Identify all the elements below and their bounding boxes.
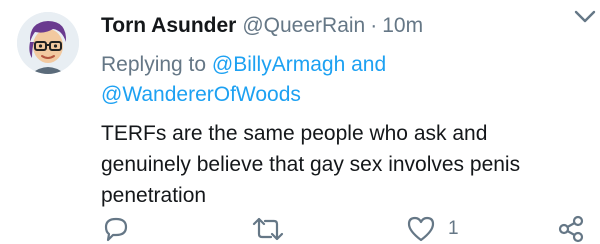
tweet-header: Torn Asunder @QueerRain · 10m: [101, 12, 584, 40]
timestamp[interactable]: 10m: [382, 12, 423, 40]
retweet-icon: [252, 217, 284, 241]
user-handle[interactable]: @QueerRain: [242, 12, 365, 40]
replying-to: Replying to @BillyArmagh and @WandererOf…: [101, 50, 584, 110]
reply-icon: [104, 217, 128, 242]
chevron-down-icon[interactable]: [574, 10, 596, 24]
avatar-image: [17, 12, 79, 74]
avatar[interactable]: [17, 12, 79, 74]
replying-prefix: Replying to: [101, 53, 207, 76]
like-button[interactable]: 1: [406, 214, 459, 244]
heart-icon: [407, 216, 435, 242]
reply-user-link-1[interactable]: @BillyArmagh: [212, 53, 345, 76]
reply-button[interactable]: [101, 214, 131, 244]
tweet-content: Torn Asunder @QueerRain · 10m Replying t…: [101, 12, 584, 211]
reply-and[interactable]: and: [351, 53, 386, 76]
share-icon: [558, 215, 584, 243]
retweet-button[interactable]: [251, 214, 285, 244]
like-count: 1: [448, 218, 459, 239]
share-button[interactable]: [557, 214, 585, 244]
reply-user-link-2[interactable]: @WandererOfWoods: [101, 83, 301, 106]
tweet-actions: 1: [101, 214, 585, 244]
separator: ·: [370, 14, 378, 37]
display-name[interactable]: Torn Asunder: [101, 12, 236, 40]
tweet[interactable]: Torn Asunder @QueerRain · 10m Replying t…: [0, 0, 600, 244]
tweet-text: TERFs are the same people who ask and ge…: [101, 122, 521, 207]
